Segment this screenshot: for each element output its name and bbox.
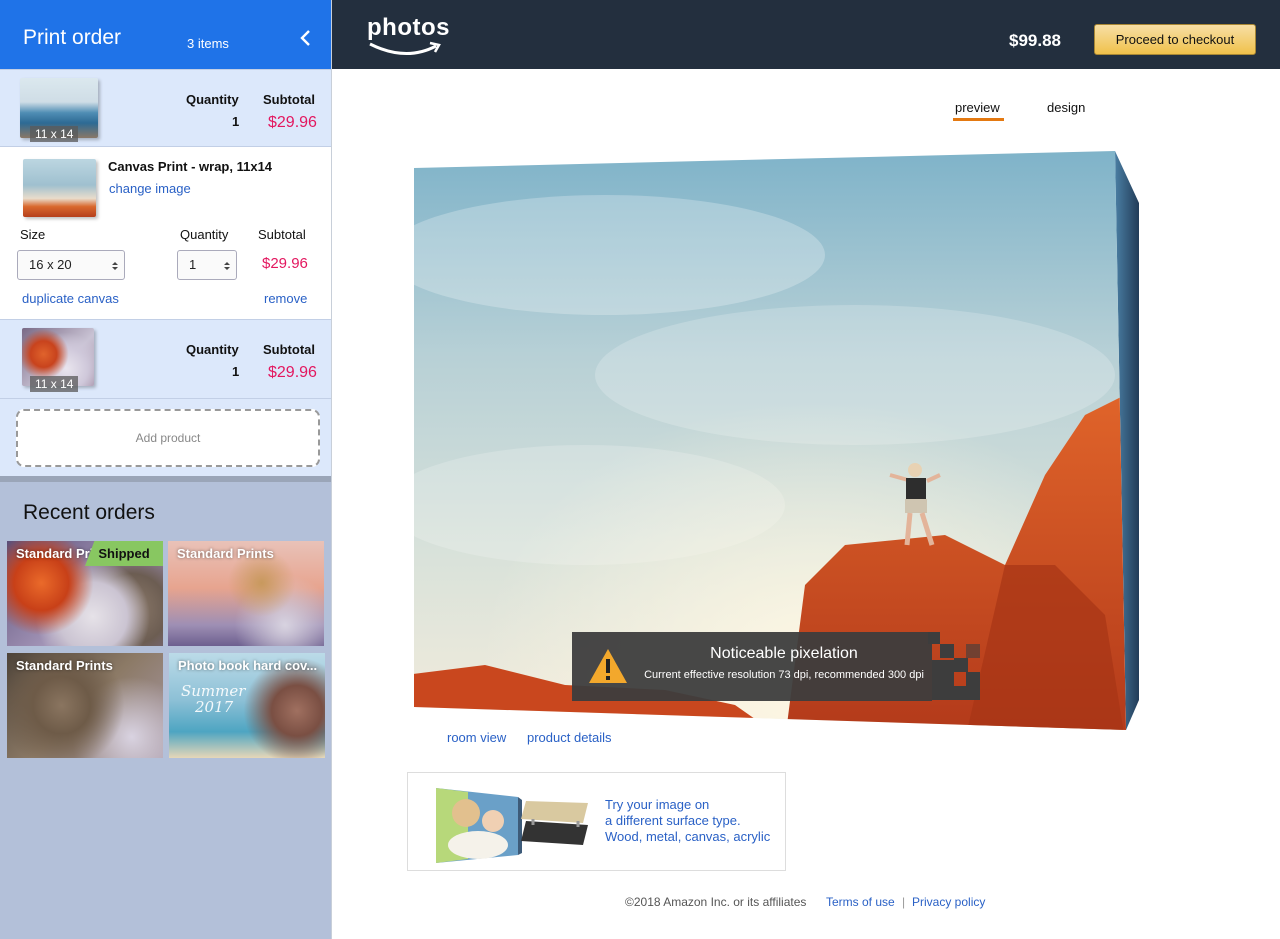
- photo-book-cover-text: Summer 2017: [181, 683, 245, 715]
- order-total: $99.88: [1009, 31, 1061, 50]
- sidebar-title: Print order: [23, 26, 122, 49]
- size-tag: 11 x 14: [30, 126, 79, 142]
- shipped-badge: Shipped: [85, 541, 163, 566]
- recent-orders-title: Recent orders: [23, 501, 155, 524]
- subtotal-label: Subtotal: [263, 92, 315, 107]
- size-select[interactable]: 16 x 20: [17, 250, 125, 280]
- cover-text-line2: 2017: [195, 698, 234, 716]
- smile-arrow-icon: [369, 41, 441, 56]
- add-product-button[interactable]: Add product: [16, 409, 320, 467]
- quantity-label: Quantity: [186, 342, 239, 357]
- product-name: Canvas Print - wrap, 11x14: [108, 159, 273, 174]
- canvas-thumbnail: [23, 159, 96, 217]
- tab-design[interactable]: design: [1047, 100, 1085, 115]
- subtotal-value: $29.96: [268, 114, 317, 131]
- pixel-block: [954, 686, 980, 700]
- quantity-label: Quantity: [180, 227, 229, 242]
- recent-order-label: Standard Pri: [16, 546, 94, 561]
- pixel-block: [928, 632, 940, 644]
- size-tag: 11 x 14: [30, 376, 79, 392]
- pixelation-warning: Noticeable pixelation Current effective …: [572, 632, 932, 701]
- subtotal-value: $29.96: [268, 364, 317, 381]
- quantity-value: 1: [232, 114, 240, 129]
- active-tab-indicator: [953, 118, 1004, 121]
- recent-order-label: Standard Prints: [16, 658, 113, 673]
- surface-samples-image: [436, 788, 588, 863]
- quantity-select-value: 1: [189, 257, 197, 272]
- select-arrows-icon: [224, 262, 230, 270]
- recent-order-label: Standard Prints: [177, 546, 274, 561]
- subtotal-label: Subtotal: [258, 227, 306, 242]
- photos-logo[interactable]: photos: [367, 14, 450, 42]
- recent-order-1[interactable]: Standard Pri Shipped: [7, 541, 163, 646]
- proceed-to-checkout-button[interactable]: Proceed to checkout: [1094, 24, 1256, 55]
- order-item-3[interactable]: 11 x 14 Quantity 1 Subtotal $29.96: [0, 319, 331, 399]
- pixel-block: [966, 644, 980, 658]
- quantity-value: 1: [232, 364, 240, 379]
- duplicate-canvas-link[interactable]: duplicate canvas: [22, 291, 119, 306]
- print-order-sidebar: Print order 3 items 11 x 14 Quantity 1 S…: [0, 0, 332, 939]
- recent-order-label: Photo book hard cov...: [178, 658, 318, 673]
- terms-of-use-link[interactable]: Terms of use: [826, 895, 895, 909]
- sidebar-divider: [0, 476, 331, 482]
- pixel-block: [966, 672, 980, 686]
- recent-order-2[interactable]: Standard Prints: [168, 541, 324, 646]
- sidebar-header: Print order 3 items: [0, 0, 331, 69]
- pixel-block: [954, 658, 968, 672]
- item-count: 3 items: [187, 36, 229, 51]
- surface-promo-line1: Try your image on: [605, 797, 710, 812]
- copyright-text: ©2018 Amazon Inc. or its affiliates: [625, 895, 807, 909]
- privacy-policy-link[interactable]: Privacy policy: [912, 895, 985, 909]
- surface-promo-line2: a different surface type.: [605, 813, 741, 828]
- quantity-select[interactable]: 1: [177, 250, 237, 280]
- chevron-left-icon[interactable]: [296, 28, 316, 48]
- quantity-label: Quantity: [186, 92, 239, 107]
- top-bar: photos $99.88 Proceed to checkout: [332, 0, 1280, 69]
- product-details-link[interactable]: product details: [527, 730, 612, 745]
- select-arrows-icon: [112, 262, 118, 270]
- recent-order-4[interactable]: Photo book hard cov... Summer 2017: [169, 653, 325, 758]
- change-image-link[interactable]: change image: [109, 181, 191, 196]
- order-item-1[interactable]: 11 x 14 Quantity 1 Subtotal $29.96: [0, 69, 331, 147]
- pixel-block: [940, 644, 954, 658]
- room-view-link[interactable]: room view: [447, 730, 506, 745]
- subtotal-value: $29.96: [262, 255, 308, 272]
- tab-preview[interactable]: preview: [955, 100, 1000, 115]
- surface-type-promo[interactable]: Try your image on a different surface ty…: [407, 772, 786, 871]
- remove-link[interactable]: remove: [264, 291, 307, 306]
- recent-order-3[interactable]: Standard Prints: [7, 653, 163, 758]
- subtotal-label: Subtotal: [263, 342, 315, 357]
- cover-text-line1: Summer: [181, 682, 246, 700]
- size-label: Size: [20, 227, 46, 242]
- pixel-block: [932, 660, 954, 700]
- surface-promo-text: Try your image on a different surface ty…: [605, 797, 770, 845]
- size-select-value: 16 x 20: [29, 257, 72, 272]
- footer-separator: |: [902, 895, 906, 909]
- order-item-2-editor: Canvas Print - wrap, 11x14 change image …: [0, 147, 331, 319]
- surface-promo-line3: Wood, metal, canvas, acrylic: [605, 829, 771, 844]
